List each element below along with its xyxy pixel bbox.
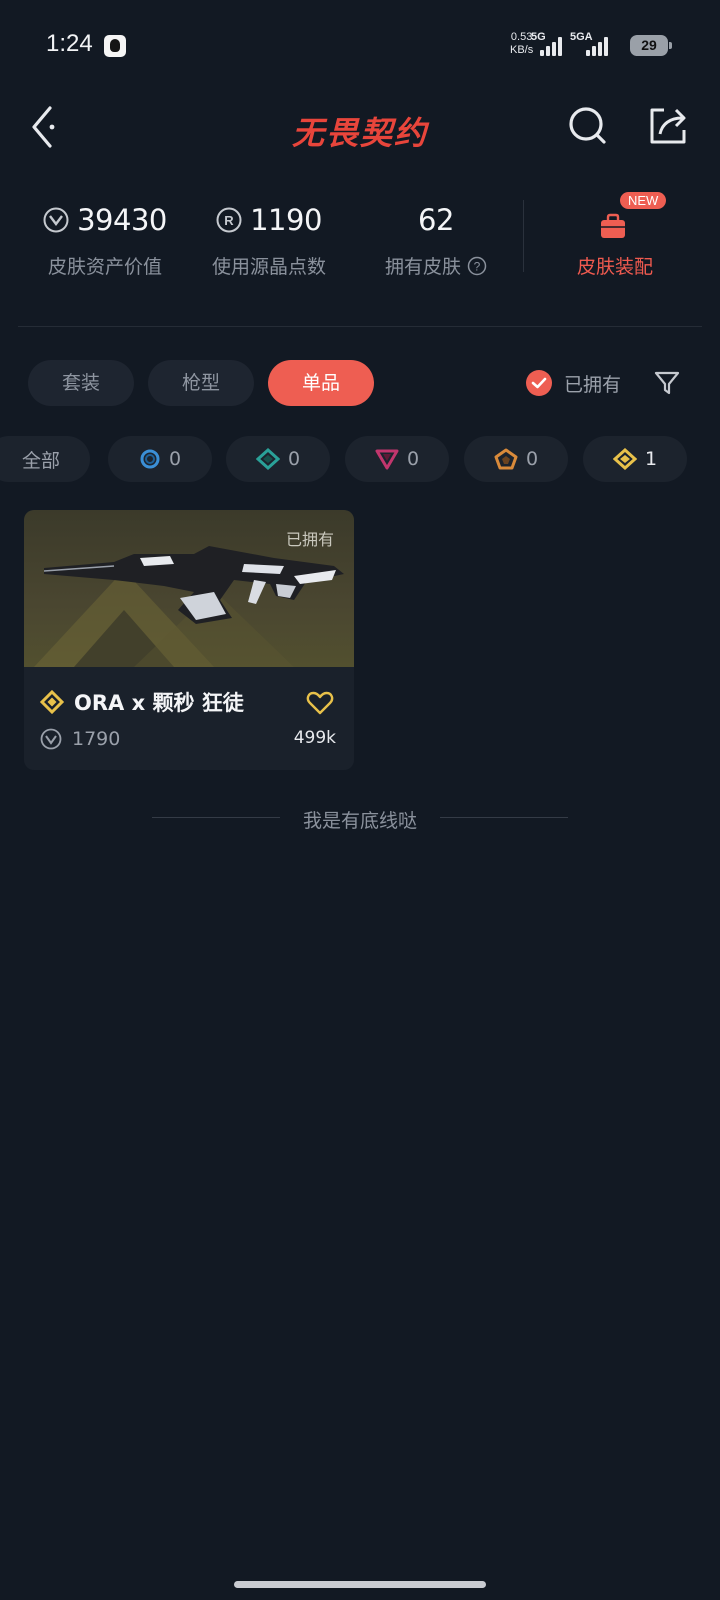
battery-icon: 29 — [630, 35, 672, 56]
stats-panel: 39430 皮肤资产价值 R 1190 使用源晶点数 62 拥有皮肤 ? NEW… — [0, 190, 720, 300]
radianite-value: 1190 — [250, 203, 322, 237]
rarity-chip-all-label: 全部 — [21, 449, 60, 472]
radianite-label: 使用源晶点数 — [211, 256, 326, 278]
stat-radianite: R 1190 使用源晶点数 — [204, 200, 334, 279]
tab-single-item[interactable]: 单品 — [268, 360, 374, 406]
filter-button[interactable] — [652, 368, 682, 398]
owned-filter-label[interactable]: 已拥有 — [564, 370, 621, 397]
stat-asset-value: 39430 皮肤资产价值 — [40, 200, 170, 279]
rarity-count: 0 — [525, 448, 539, 470]
battery-level: 29 — [641, 37, 657, 53]
asset-value: 39430 — [77, 203, 167, 237]
signal-2-icon — [584, 36, 610, 56]
qq-notification-icon — [104, 35, 126, 57]
like-button[interactable] — [306, 690, 334, 716]
rarity-chip-premium[interactable]: 0 — [345, 436, 449, 482]
page: 1:24 0.53 KB/s 5G 5GA 29 无畏契约 39430 皮肤资产… — [0, 0, 720, 1600]
skin-name-row: ORA x 颗秒 狂徒 — [40, 687, 244, 717]
rarity-chip-ultra[interactable]: 1 — [583, 436, 687, 482]
deluxe-tier-icon — [255, 448, 280, 470]
rarity-chip-select[interactable]: 0 — [108, 436, 212, 482]
owned-skins-label: 拥有皮肤 — [384, 256, 461, 278]
signal-1-icon — [538, 36, 564, 56]
select-tier-icon — [140, 449, 160, 469]
share-button[interactable] — [646, 104, 690, 148]
ultra-tier-icon — [40, 690, 64, 714]
rarity-count: 1 — [644, 448, 658, 470]
search-icon — [569, 107, 606, 144]
rarity-chip-exclusive[interactable]: 0 — [464, 436, 568, 482]
page-title: 无畏契约 — [291, 114, 428, 152]
search-button[interactable] — [566, 104, 610, 148]
skin-price: 1790 — [72, 728, 121, 750]
owned-skins-label-row: 拥有皮肤 ? — [376, 252, 496, 279]
wardrobe-icon — [601, 213, 625, 238]
ultra-tier-icon — [612, 448, 637, 470]
network-speed: 0.53 KB/s — [510, 31, 533, 57]
section-divider — [18, 326, 702, 327]
rarity-chip-all[interactable]: 全部 — [0, 436, 90, 482]
svg-text:R: R — [224, 213, 234, 228]
owned-skins-value: 62 — [418, 203, 454, 237]
network-speed-unit: KB/s — [510, 44, 534, 56]
filter-funnel-icon — [654, 371, 680, 395]
radianite-points-icon: R — [216, 207, 242, 233]
tab-bundle[interactable]: 套装 — [28, 360, 134, 406]
status-time: 1:24 — [46, 30, 93, 57]
header: 无畏契约 — [0, 90, 720, 170]
skin-equip-label: 皮肤装配 — [576, 256, 653, 278]
rarity-chip-deluxe[interactable]: 0 — [226, 436, 330, 482]
help-icon[interactable]: ? — [467, 256, 487, 276]
exclusive-tier-icon — [494, 448, 518, 470]
end-line-left — [152, 817, 280, 818]
network-speed-value: 0.53 — [510, 31, 533, 43]
tab-weapon-type[interactable]: 枪型 — [148, 360, 254, 406]
end-of-list-text: 我是有底线哒 — [302, 810, 417, 832]
heart-icon — [306, 691, 334, 715]
owned-filter-checkbox[interactable] — [526, 370, 552, 396]
rifle-skin-image — [44, 546, 344, 624]
new-badge: NEW — [620, 192, 667, 209]
end-line-right — [440, 817, 568, 818]
rarity-count: 0 — [287, 448, 301, 470]
skin-name: ORA x 颗秒 狂徒 — [74, 691, 244, 715]
end-of-list: 我是有底线哒 — [0, 806, 720, 833]
like-count: 499k — [293, 728, 336, 748]
rarity-count: 0 — [168, 448, 182, 470]
valorant-points-icon — [43, 207, 69, 233]
stats-divider — [523, 200, 524, 272]
skin-preview-image: 已拥有 — [24, 510, 354, 667]
check-icon — [531, 377, 547, 389]
home-indicator[interactable] — [234, 1581, 486, 1588]
category-tabs: 套装 枪型 单品 已拥有 — [0, 360, 720, 410]
valorant-points-icon — [40, 728, 62, 750]
stat-owned-skins: 62 拥有皮肤 ? — [376, 200, 496, 279]
skin-card[interactable]: 已拥有 ORA x 颗秒 狂徒 1790 499k — [24, 510, 354, 770]
asset-value-label: 皮肤资产价值 — [47, 256, 162, 278]
skin-price-row: 1790 — [40, 728, 120, 750]
owned-tag: 已拥有 — [285, 530, 334, 549]
svg-text:?: ? — [474, 259, 481, 273]
rarity-count: 0 — [406, 448, 420, 470]
status-bar: 1:24 0.53 KB/s 5G 5GA 29 — [0, 0, 720, 90]
rarity-filter-chips: 全部 0 0 0 0 1 — [0, 436, 720, 484]
share-icon — [650, 108, 686, 144]
premium-tier-icon — [375, 449, 399, 470]
